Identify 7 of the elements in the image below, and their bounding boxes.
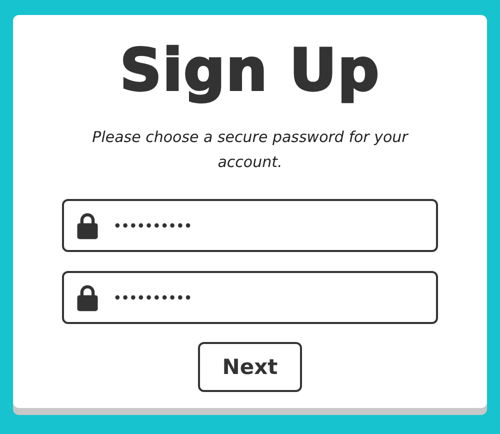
page-title: Sign Up <box>120 37 380 103</box>
lock-icon <box>76 284 99 312</box>
password-field[interactable]: •••••••••• <box>62 199 438 252</box>
instruction-text: Please choose a secure password for your account. <box>91 127 410 173</box>
password-field[interactable]: •••••••••• <box>62 271 438 324</box>
lock-icon <box>76 212 99 240</box>
next-button[interactable]: Next <box>198 342 302 392</box>
